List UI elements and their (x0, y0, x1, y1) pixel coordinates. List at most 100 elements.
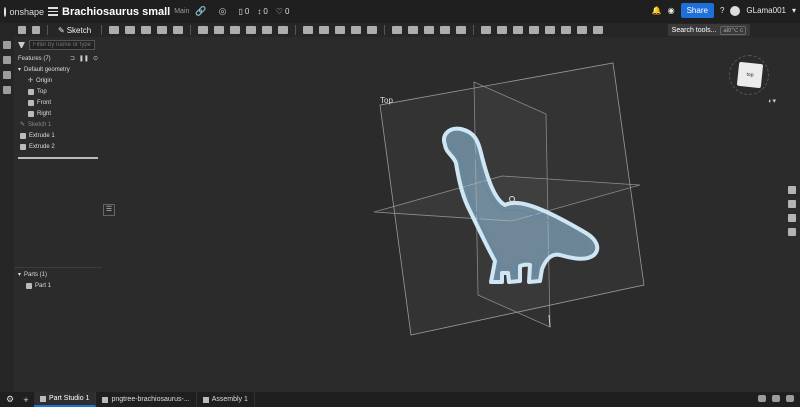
surface-tool-icon[interactable] (456, 26, 467, 34)
notifications-icon[interactable]: 🔔 (652, 6, 662, 15)
comments-count[interactable]: ▯ 0 (238, 7, 249, 16)
feature-item-top[interactable]: Top (14, 86, 102, 97)
filter-icon[interactable] (18, 41, 25, 49)
history-icon[interactable] (3, 86, 11, 94)
divider (101, 25, 103, 35)
plane-icon (28, 88, 34, 95)
section-view-icon[interactable] (529, 26, 540, 34)
onshape-logo[interactable]: onshape (0, 6, 44, 17)
hidden-parts-icon[interactable] (786, 395, 794, 402)
likes-count[interactable]: ♡ 0 (276, 7, 290, 16)
tab-bar: ⚙ + Part Studio 1 pngtree-brachiosaurus-… (0, 392, 800, 407)
tab-assembly-1[interactable]: Assembly 1 (197, 392, 255, 407)
regenerate-icon[interactable]: ⊙ (93, 55, 98, 62)
measure-tool-icon[interactable] (513, 26, 524, 34)
menu-icon[interactable] (48, 5, 58, 18)
graphics-area[interactable]: Top top ◐▾ (116, 37, 784, 392)
extrude-tool-icon[interactable] (109, 26, 120, 34)
scene (373, 62, 645, 336)
redo-icon[interactable] (32, 26, 40, 34)
collapse-panel-button[interactable]: ☰ (103, 204, 115, 216)
feature-toolbar: ✎ Sketch Search tools... alt/⌥ c (0, 23, 800, 37)
rollback-bar[interactable] (18, 157, 98, 159)
split-tool-icon[interactable] (351, 26, 362, 34)
divider (473, 25, 475, 35)
branch-name[interactable]: Main (174, 8, 189, 15)
feature-item-extrude-2[interactable]: Extrude 2 (14, 141, 102, 152)
feature-item-front[interactable]: Front (14, 97, 102, 108)
thicken-tool-icon[interactable] (173, 26, 184, 34)
parts-header[interactable]: ▾ Parts (1) (14, 269, 102, 280)
view-cube[interactable]: top (736, 61, 764, 89)
transform-tool-icon[interactable] (367, 26, 378, 34)
sketch-button[interactable]: ✎ Sketch (58, 26, 91, 35)
features-header: Features (7) (18, 55, 51, 62)
undo-icon[interactable] (18, 26, 26, 34)
feature-filter-input[interactable] (29, 40, 95, 50)
apps-icon[interactable]: ◉ (668, 6, 675, 15)
mate-connector-icon[interactable] (408, 26, 419, 34)
mass-properties-icon[interactable] (788, 200, 796, 208)
user-name[interactable]: GLama001 (746, 6, 786, 15)
tab-manager-icon[interactable]: ⚙ (2, 394, 18, 405)
chevron-down-icon[interactable]: ▾ (792, 6, 796, 15)
chamfer-tool-icon[interactable] (214, 26, 225, 34)
display-options-icon[interactable] (772, 395, 780, 402)
feature-item-right[interactable]: Right (14, 108, 102, 119)
document-title[interactable]: Brachiosaurus small (62, 6, 170, 18)
tab-pngtree-brachiosaurus[interactable]: pngtree-brachiosaurus-... (96, 392, 197, 407)
pattern-tool-icon[interactable] (303, 26, 314, 34)
sweep-tool-icon[interactable] (141, 26, 152, 34)
render-icon[interactable] (561, 26, 572, 34)
origin-icon: ✢ (28, 78, 34, 84)
search-tools-button[interactable]: Search tools... alt/⌥ c (667, 24, 750, 36)
globe-icon[interactable]: ◎ (219, 6, 227, 17)
view-options-icon[interactable]: ◐▾ (768, 97, 776, 105)
feature-item-extrude-1[interactable]: Extrude 1 (14, 130, 102, 141)
variables-panel-icon[interactable] (788, 228, 796, 236)
feature-item-sketch-1[interactable]: ✎ Sketch 1 (14, 119, 102, 130)
revolve-tool-icon[interactable] (125, 26, 136, 34)
plane-label-top: Top (380, 96, 393, 105)
add-tab-button[interactable]: + (18, 395, 34, 405)
document-icon: ▯ (238, 7, 243, 16)
feature-list-icon[interactable] (3, 41, 11, 49)
rollback-icon[interactable]: ⊐ (70, 55, 75, 62)
helix-tool-icon[interactable] (424, 26, 435, 34)
render-mode-icon[interactable] (758, 395, 766, 402)
help-icon[interactable]: ? (720, 6, 724, 15)
version-icon: ↕ (257, 7, 262, 16)
versions-count[interactable]: ↕ 0 (257, 7, 267, 16)
hole-tool-icon[interactable] (262, 26, 273, 34)
onshape-mark-icon (4, 6, 7, 17)
default-geometry-group[interactable]: ▾ Default geometry (14, 64, 102, 75)
custom-feature-icon[interactable] (593, 26, 604, 34)
part-studio-icon (40, 395, 46, 402)
mirror-tool-icon[interactable] (319, 26, 330, 34)
boolean-tool-icon[interactable] (335, 26, 346, 34)
feature-item-origin[interactable]: ✢ Origin (14, 75, 102, 86)
draft-tool-icon[interactable] (230, 26, 241, 34)
divider (384, 25, 386, 35)
shell-tool-icon[interactable] (246, 26, 257, 34)
avatar[interactable] (730, 5, 741, 16)
variable-icon[interactable] (577, 26, 588, 34)
pause-icon[interactable]: ❚❚ (79, 55, 89, 62)
left-rail (0, 37, 14, 392)
appearance-icon[interactable] (545, 26, 556, 34)
fillet-tool-icon[interactable] (198, 26, 209, 34)
bom-icon[interactable] (788, 214, 796, 222)
loft-tool-icon[interactable] (157, 26, 168, 34)
share-button[interactable]: Share (680, 3, 714, 18)
rib-tool-icon[interactable] (278, 26, 289, 34)
part-item-part-1[interactable]: Part 1 (14, 280, 102, 291)
comments-icon[interactable] (3, 56, 11, 64)
sheet-metal-icon[interactable] (481, 26, 492, 34)
appearance-panel-icon[interactable] (788, 186, 796, 194)
link-icon[interactable]: 🔗 (195, 6, 206, 17)
tab-part-studio-1[interactable]: Part Studio 1 (34, 392, 97, 407)
frame-tool-icon[interactable] (497, 26, 508, 34)
curve-tool-icon[interactable] (440, 26, 451, 34)
configurations-icon[interactable] (3, 71, 11, 79)
plane-tool-icon[interactable] (392, 26, 403, 34)
